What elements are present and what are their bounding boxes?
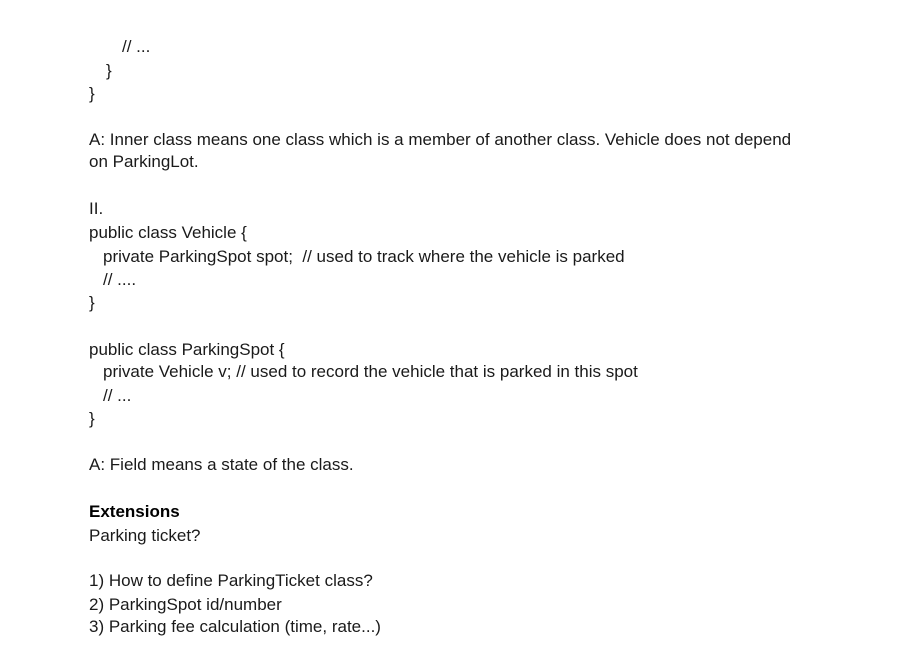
vehicle-class-declaration: public class Vehicle { [89,223,247,242]
extensions-question: Parking ticket? [89,526,201,545]
vehicle-close-brace: } [89,293,95,312]
answer-inner-class-line1: A: Inner class means one class which is … [89,130,792,149]
code-brace-inner: } [106,61,112,80]
code-brace-outer: } [89,84,95,103]
parkingspot-class-declaration: public class ParkingSpot { [89,340,285,359]
parkingspot-comment: // ... [103,386,132,405]
answer-inner-class-line2: on ParkingLot. [89,152,199,171]
extension-item: 1) How to define ParkingTicket class? [89,571,373,590]
parkingspot-close-brace: } [89,409,95,428]
vehicle-spot-field: private ParkingSpot spot; // used to tra… [103,247,625,266]
extension-item: 2) ParkingSpot id/number [89,595,282,614]
extensions-heading: Extensions [89,502,180,521]
code-comment: // ... [122,37,151,56]
answer-field-state: A: Field means a state of the class. [89,455,354,474]
section-heading-ii: II. [89,199,104,218]
vehicle-comment: // .... [103,270,137,289]
parkingspot-vehicle-field: private Vehicle v; // used to record the… [103,362,638,381]
extension-item: 3) Parking fee calculation (time, rate..… [89,617,381,636]
